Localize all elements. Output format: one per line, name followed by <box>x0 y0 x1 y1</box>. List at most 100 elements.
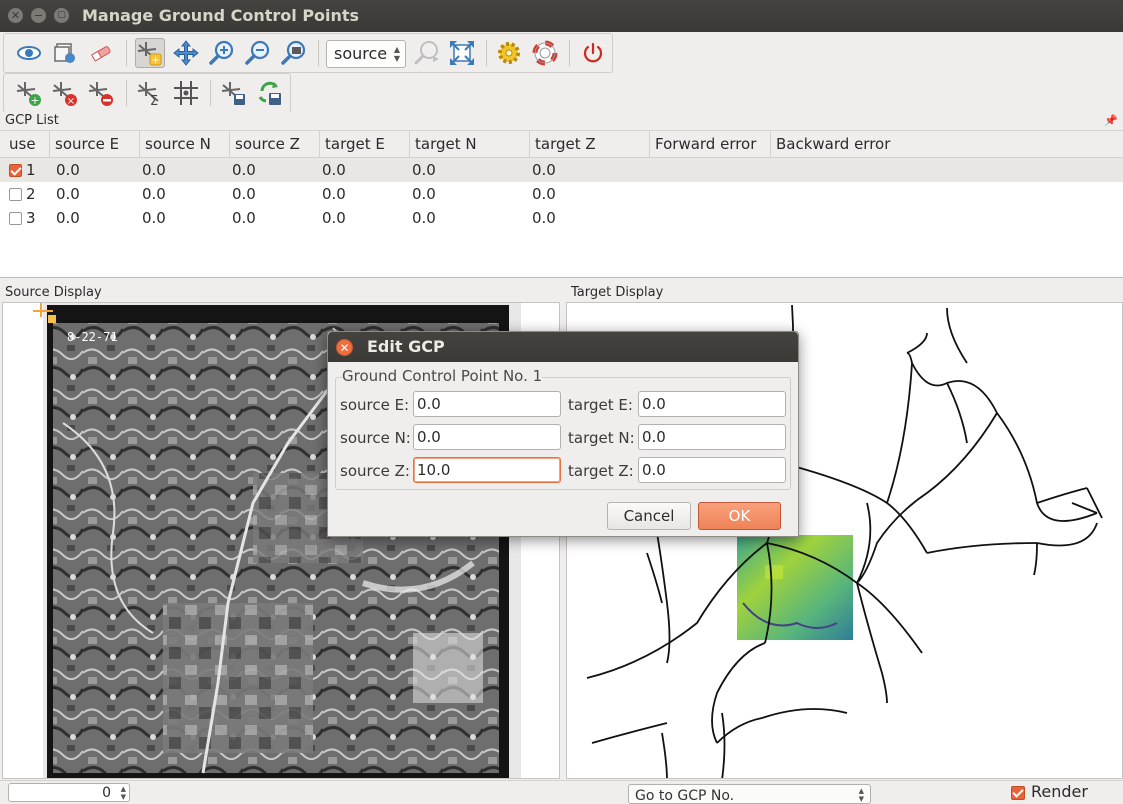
use-checkbox[interactable] <box>9 188 22 201</box>
gcp-spinbox[interactable]: 0 ▲ ▼ <box>8 783 130 802</box>
cell-source-z: 0.0 <box>232 209 256 227</box>
pin-icon[interactable]: 📌 <box>1104 112 1118 130</box>
cell-source-e: 0.0 <box>56 161 80 179</box>
cell-source-e: 0.0 <box>56 185 80 203</box>
gcp-id: 2 <box>26 185 36 203</box>
spin-arrows-icon[interactable]: ▲ ▼ <box>121 785 126 801</box>
source-n-field[interactable] <box>413 424 561 450</box>
pan-icon[interactable] <box>171 38 201 68</box>
add-point-icon[interactable]: + <box>14 78 44 108</box>
gcp-spinbox-value: 0 <box>102 785 111 801</box>
source-n-label: source N: <box>340 429 411 447</box>
load-gcp-points-icon[interactable] <box>255 78 285 108</box>
move-gcp-icon[interactable] <box>86 78 116 108</box>
delete-point-icon[interactable]: × <box>50 78 80 108</box>
target-z-field[interactable] <box>638 457 786 483</box>
source-z-field[interactable] <box>413 457 561 483</box>
gcp-list-title-bar: GCP List 📌 <box>0 112 1123 130</box>
target-e-label: target E: <box>568 396 633 414</box>
svg-text:+: + <box>30 94 39 107</box>
gcp-id: 1 <box>26 161 36 179</box>
cell-source-n: 0.0 <box>142 209 166 227</box>
zoom-out-icon[interactable] <box>243 38 273 68</box>
use-checkbox[interactable] <box>9 164 22 177</box>
spin-arrows-icon: ▲ ▼ <box>858 787 864 803</box>
render-checkbox[interactable] <box>1011 786 1025 800</box>
gcp-group-label: Ground Control Point No. 1 <box>342 367 543 385</box>
open-raster-icon[interactable] <box>14 38 44 68</box>
zoom-last-icon[interactable] <box>412 38 442 68</box>
use-checkbox[interactable] <box>9 212 22 225</box>
cell-target-e: 0.0 <box>322 209 346 227</box>
georeferencer-window: ✕ − ▢ Manage Ground Control Points + sou… <box>0 0 1123 804</box>
toolbar-separator <box>126 80 127 106</box>
start-georeferencing-icon[interactable] <box>50 38 80 68</box>
generate-gdal-script-icon[interactable] <box>86 38 116 68</box>
dialog-close-icon[interactable]: ✕ <box>336 339 353 356</box>
svg-text:×: × <box>67 96 75 107</box>
gcp-id: 3 <box>26 209 36 227</box>
zoom-to-full-extent-icon[interactable] <box>447 38 477 68</box>
window-titlebar: ✕ − ▢ Manage Ground Control Points <box>0 0 1123 32</box>
source-e-field[interactable] <box>413 391 561 417</box>
table-row[interactable]: 1 0.0 0.0 0.0 0.0 0.0 0.0 <box>0 158 1123 182</box>
col-header-forward-error[interactable]: Forward error <box>650 131 771 158</box>
cancel-button[interactable]: Cancel <box>607 502 691 530</box>
toolbar-separator <box>210 80 211 106</box>
cell-source-n: 0.0 <box>142 185 166 203</box>
col-header-target-z[interactable]: target Z <box>530 131 650 158</box>
add-point-mode-icon[interactable]: + <box>135 38 165 68</box>
gcp-table-header: use source E source N source Z target E … <box>0 131 1123 158</box>
col-header-target-n[interactable]: target N <box>410 131 530 158</box>
table-row[interactable]: 2 0.0 0.0 0.0 0.0 0.0 0.0 <box>0 182 1123 206</box>
cell-target-z: 0.0 <box>532 161 556 179</box>
quit-icon[interactable] <box>578 38 608 68</box>
spin-arrows-icon: ▲ ▼ <box>393 45 400 63</box>
main-toolbar: + source ▲ ▼ <box>3 33 613 73</box>
target-e-field[interactable] <box>638 391 786 417</box>
cell-target-z: 0.0 <box>532 185 556 203</box>
col-header-use[interactable]: use <box>4 131 50 158</box>
render-label: Render <box>1031 782 1088 801</box>
cell-target-z: 0.0 <box>532 209 556 227</box>
cell-source-z: 0.0 <box>232 185 256 203</box>
target-n-label: target N: <box>568 429 635 447</box>
target-display-title: Target Display <box>571 285 664 300</box>
full-histogram-stretch-icon[interactable]: Σ <box>135 78 165 108</box>
col-header-source-e[interactable]: source E <box>50 131 140 158</box>
source-display-title-bar: Source Display <box>0 284 560 302</box>
gcp-table: use source E source N source Z target E … <box>0 130 1123 278</box>
target-n-field[interactable] <box>638 424 786 450</box>
local-histogram-stretch-icon[interactable] <box>171 78 201 108</box>
col-header-target-e[interactable]: target E <box>320 131 410 158</box>
window-maximize-icon[interactable]: ▢ <box>54 8 69 23</box>
target-display-title-bar: Target Display <box>566 284 1123 302</box>
dialog-title: Edit GCP <box>367 337 445 356</box>
source-z-label: source Z: <box>340 462 410 480</box>
goto-gcp-combo[interactable]: Go to GCP No. ▲ ▼ <box>628 784 871 804</box>
col-header-backward-error[interactable]: Backward error <box>771 131 1123 158</box>
cell-source-e: 0.0 <box>56 209 80 227</box>
toolbar-separator <box>318 40 319 66</box>
window-minimize-icon[interactable]: − <box>31 8 46 23</box>
source-display-title: Source Display <box>5 285 102 300</box>
settings-icon[interactable] <box>494 38 524 68</box>
col-header-source-n[interactable]: source N <box>140 131 230 158</box>
display-selector-combo[interactable]: source ▲ ▼ <box>326 40 406 68</box>
zoom-in-icon[interactable] <box>207 38 237 68</box>
cell-target-e: 0.0 <box>322 161 346 179</box>
goto-gcp-placeholder: Go to GCP No. <box>635 788 735 804</box>
ok-button[interactable]: OK <box>698 502 781 530</box>
gcp-toolbar: + × Σ <box>3 73 291 113</box>
col-header-source-z[interactable]: source Z <box>230 131 320 158</box>
table-row[interactable]: 3 0.0 0.0 0.0 0.0 0.0 0.0 <box>0 206 1123 230</box>
save-gcp-points-icon[interactable] <box>219 78 249 108</box>
cell-source-z: 0.0 <box>232 161 256 179</box>
source-e-label: source E: <box>340 396 410 414</box>
help-icon[interactable] <box>530 38 560 68</box>
edit-gcp-dialog: ✕ Edit GCP Ground Control Point No. 1 so… <box>327 331 799 537</box>
window-close-icon[interactable]: ✕ <box>8 8 23 23</box>
zoom-to-layer-icon[interactable] <box>279 38 309 68</box>
toolbar-separator <box>126 40 127 66</box>
cell-source-n: 0.0 <box>142 161 166 179</box>
